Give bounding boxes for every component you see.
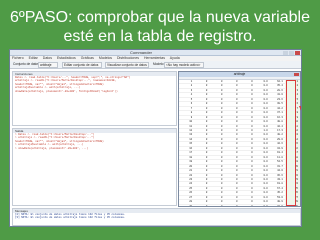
toolbar: Conjunto de datos: arbitraje Editar conj… xyxy=(10,61,301,69)
active-model-button[interactable]: <No hay modelo activo> xyxy=(164,62,204,68)
data-viewer-window: arbitraje 1 0 0 0 0 0.0 62.1 1 2 0 0 0 0 0.0 35.4 2 3 0 0 0… xyxy=(178,71,301,207)
table-cell[interactable]: 0 xyxy=(209,204,225,206)
output-pane[interactable]: Salida > Datos <- read.table("C:/Users/M… xyxy=(12,128,177,206)
table-cell[interactable]: 29 xyxy=(179,204,195,206)
close-icon[interactable] xyxy=(294,73,299,76)
table-cell[interactable]: 0 xyxy=(194,204,210,206)
data-viewer-titlebar: arbitraje xyxy=(179,72,300,77)
r-commander-window: Commander Fichero Editar Datos Estadísti… xyxy=(9,49,302,227)
arrow-down-icon xyxy=(299,106,301,111)
menu-item[interactable]: Gráficas xyxy=(81,56,94,60)
table-cell[interactable]: 0 xyxy=(239,204,255,206)
menu-item[interactable]: Datos xyxy=(43,56,52,60)
maximize-icon[interactable] xyxy=(289,51,294,55)
model-label: Modelo: xyxy=(153,62,164,66)
close-icon[interactable] xyxy=(295,51,300,55)
table-cell[interactable]: 0.0 xyxy=(254,204,270,206)
message-line: [3] NOTA: El conjunto de datos arbitraje… xyxy=(15,216,126,220)
slide-title-line-2: esté en la tabla de registro. xyxy=(63,28,257,45)
menu-item[interactable]: Herramientas xyxy=(144,56,165,60)
dataset-label: Conjunto de datos: xyxy=(13,62,38,66)
slide-title-line-1: 6ºPASO: comprobar que la nueva variable xyxy=(10,9,310,26)
data-viewer-title: arbitraje xyxy=(233,72,246,76)
slide-title: 6ºPASO: comprobar que la nueva variable … xyxy=(0,8,320,46)
code-line: showData(arbitraje, placement='-20+200',… xyxy=(15,89,118,93)
edit-dataset-button[interactable]: Editar conjunto de datos xyxy=(62,62,102,68)
script-editor[interactable]: Instrucciones Datos <- read.table("C:/Us… xyxy=(12,71,177,126)
menu-item[interactable]: Distribuciones xyxy=(117,56,139,60)
active-dataset-button[interactable]: arbitraje xyxy=(38,62,58,68)
view-dataset-button[interactable]: Visualizar conjunto de datos xyxy=(105,62,149,68)
data-table: 1 0 0 0 0 0.0 62.1 1 2 0 0 0 0 0.0 35.4 2 3 0 0 0 0 0.0 28.6 3 4… xyxy=(179,80,300,206)
new-variable-highlight xyxy=(286,80,296,206)
table-cell[interactable]: 32.6 xyxy=(269,204,285,206)
menu-item[interactable]: Fichero xyxy=(12,56,24,60)
menu-item[interactable]: Ayuda xyxy=(170,56,180,60)
table-cell[interactable]: 0 xyxy=(224,204,240,206)
menu-item[interactable]: Estadísticos xyxy=(57,56,76,60)
menu-item[interactable]: Editar xyxy=(29,56,38,60)
minimize-icon[interactable] xyxy=(283,51,288,55)
messages-pane[interactable]: Mensajes [2] NOTA: El conjunto de datos … xyxy=(12,208,301,226)
table-row: 29 0 0 0 0 0.0 32.6 29 xyxy=(179,204,300,206)
menu-item[interactable]: Modelos xyxy=(99,56,112,60)
output-line: > showData(arbitraje, placement='-20+200… xyxy=(15,146,89,150)
